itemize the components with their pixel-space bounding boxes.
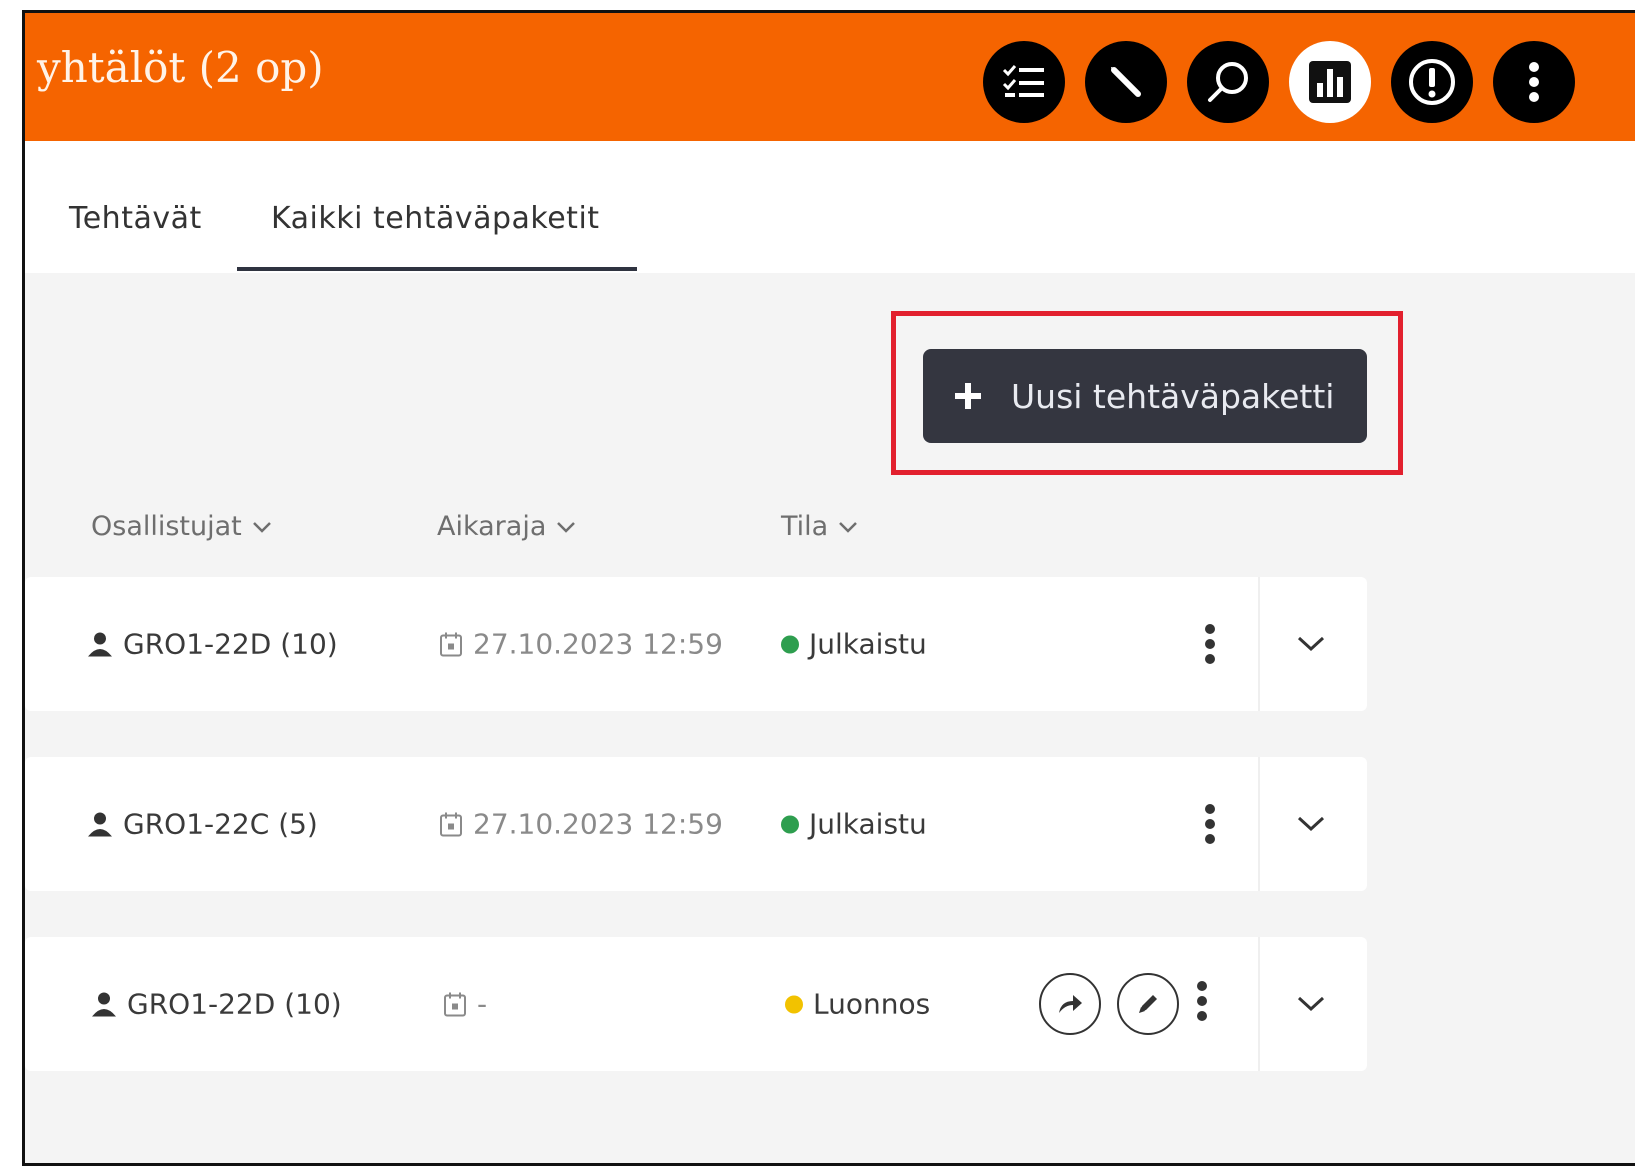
chevron-down-icon (252, 521, 271, 533)
expand-chevron-icon[interactable] (1297, 636, 1325, 652)
status-cell: Luonnos (785, 988, 930, 1021)
calendar-icon (440, 812, 462, 836)
tab-bar: Tehtävät Kaikki tehtäväpaketit (25, 141, 1635, 273)
table-row[interactable]: GRO1-22D (10) 27.10.2023 12:59 Julkaistu (25, 577, 1367, 711)
user-icon (92, 992, 116, 1016)
status-dot (785, 995, 803, 1013)
user-icon (88, 632, 112, 656)
expand-chevron-icon[interactable] (1297, 996, 1325, 1012)
top-bar: yhtälöt (2 op) (25, 13, 1635, 141)
column-label: Aikaraja (437, 511, 547, 542)
app-frame: yhtälöt (2 op) Tehtävät Kaikki tehtäväpa… (22, 10, 1635, 1166)
column-header-status[interactable]: Tila (781, 511, 858, 542)
chevron-down-icon (557, 521, 576, 533)
bar-chart-icon[interactable] (1289, 41, 1371, 123)
new-package-label: Uusi tehtäväpaketti (1011, 376, 1335, 416)
status-dot (781, 635, 799, 653)
row-divider (1258, 937, 1260, 1071)
row-divider (1258, 757, 1260, 891)
chevron-down-icon (839, 521, 858, 533)
expand-chevron-icon[interactable] (1297, 816, 1325, 832)
share-icon[interactable] (1039, 973, 1101, 1035)
checklist-icon[interactable] (983, 41, 1065, 123)
column-header-deadline[interactable]: Aikaraja (437, 511, 576, 542)
table-row[interactable]: GRO1-22C (5) 27.10.2023 12:59 Julkaistu (25, 757, 1367, 891)
participants-cell: GRO1-22D (10) (91, 988, 342, 1021)
status-cell: Julkaistu (781, 628, 927, 661)
more-vertical-icon[interactable] (1195, 980, 1209, 1029)
tab-all-packages[interactable]: Kaikki tehtäväpaketit (271, 201, 600, 236)
search-icon[interactable] (1187, 41, 1269, 123)
more-vertical-icon[interactable] (1493, 41, 1575, 123)
column-header-participants[interactable]: Osallistujat (91, 511, 272, 542)
toolbar-icons (983, 41, 1575, 123)
plus-icon (955, 383, 981, 409)
alert-icon[interactable] (1391, 41, 1473, 123)
deadline-cell: 27.10.2023 12:59 (439, 808, 723, 841)
table-row[interactable]: GRO1-22D (10) - Luonnos (25, 937, 1367, 1071)
active-tab-indicator (237, 267, 637, 271)
participants-cell: GRO1-22D (10) (87, 628, 338, 661)
more-vertical-icon[interactable] (1203, 623, 1217, 665)
pencil-icon[interactable] (1085, 41, 1167, 123)
course-title: yhtälöt (2 op) (37, 43, 324, 92)
status-dot (781, 815, 799, 833)
calendar-icon (440, 632, 462, 656)
edit-icon[interactable] (1117, 973, 1179, 1035)
row-divider (1258, 577, 1260, 711)
user-icon (88, 812, 112, 836)
new-package-button[interactable]: Uusi tehtäväpaketti (923, 349, 1367, 443)
calendar-icon (444, 992, 466, 1016)
column-label: Osallistujat (91, 511, 242, 542)
participants-cell: GRO1-22C (5) (87, 808, 318, 841)
column-label: Tila (781, 511, 829, 542)
deadline-cell: 27.10.2023 12:59 (439, 628, 723, 661)
status-cell: Julkaistu (781, 808, 927, 841)
more-vertical-icon[interactable] (1203, 803, 1217, 845)
row-actions (1039, 973, 1209, 1035)
deadline-cell: - (443, 988, 487, 1021)
tab-tasks[interactable]: Tehtävät (69, 201, 202, 236)
